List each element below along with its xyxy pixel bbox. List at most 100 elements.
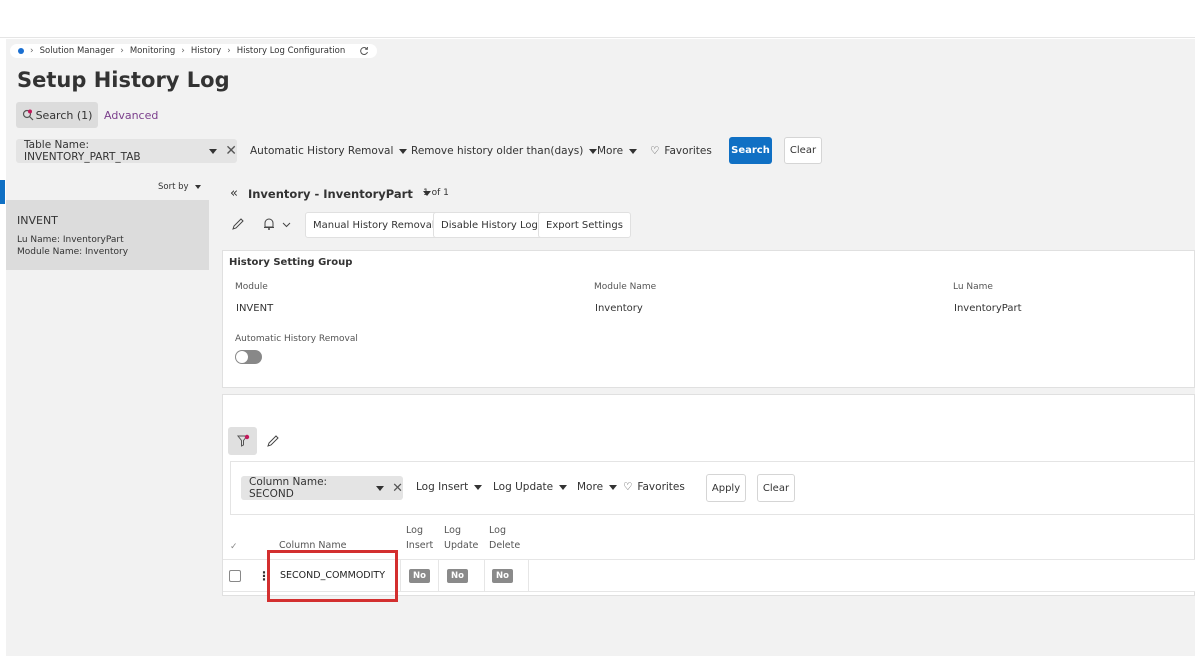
auto-removal-toggle[interactable] xyxy=(235,350,262,364)
column-divider xyxy=(484,560,485,591)
search-toggle-label: Search (1) xyxy=(35,108,93,122)
log-update-header-line1: Log xyxy=(444,525,461,536)
heart-icon: ♡ xyxy=(650,145,660,157)
selected-indicator xyxy=(0,180,5,204)
filter-toggle-button[interactable] xyxy=(228,427,257,455)
home-icon[interactable] xyxy=(18,48,24,54)
log-delete-header-line1: Log xyxy=(489,525,506,536)
breadcrumb: › Solution Manager › Monitoring › Histor… xyxy=(10,44,378,58)
search-button[interactable]: Search xyxy=(729,137,772,164)
chevron-right-icon: › xyxy=(227,46,231,56)
list-item-title: INVENT xyxy=(17,214,58,227)
module-value: INVENT xyxy=(236,303,274,314)
funnel-icon xyxy=(236,434,250,448)
close-icon[interactable]: ✕ xyxy=(225,143,237,159)
page-title: Setup History Log xyxy=(17,68,230,92)
favorites-filter[interactable]: ♡ Favorites xyxy=(650,145,712,157)
clear-button[interactable]: Clear xyxy=(757,474,795,502)
breadcrumb-item-history-log-configuration: History Log Configuration xyxy=(236,46,346,56)
lu-name-value: InventoryPart xyxy=(954,303,1022,314)
edit-icon[interactable] xyxy=(266,434,280,448)
module-label: Module xyxy=(235,282,268,292)
close-icon[interactable]: ✕ xyxy=(392,481,403,496)
column-name-filter-label: Column Name: SECOND xyxy=(249,476,328,500)
list-item-lu-name: Lu Name: InventoryPart xyxy=(17,235,124,245)
automatic-removal-filter[interactable]: Automatic History Removal xyxy=(250,145,408,157)
log-insert-header[interactable]: Log Insert xyxy=(406,523,433,553)
advanced-search-link[interactable]: Advanced xyxy=(104,109,158,122)
highlight-box xyxy=(267,550,398,602)
record-count: 1 of 1 xyxy=(423,188,449,198)
top-bar xyxy=(0,0,1195,38)
manual-history-removal-button[interactable]: Manual History Removal xyxy=(305,212,443,238)
chevron-down-icon[interactable] xyxy=(209,148,218,154)
chevron-down-icon xyxy=(609,484,618,490)
more-filter[interactable]: More xyxy=(597,145,638,157)
module-name-label: Module Name xyxy=(594,282,657,292)
more-filter-label: More xyxy=(597,145,624,157)
export-settings-button[interactable]: Export Settings xyxy=(538,212,631,238)
log-delete-badge[interactable]: No xyxy=(492,569,513,583)
bell-icon[interactable] xyxy=(262,217,276,231)
column-name-filter-chip[interactable]: Column Name: SECOND ✕ xyxy=(241,476,403,500)
breadcrumb-item-history[interactable]: History xyxy=(191,46,221,56)
breadcrumb-item-monitoring[interactable]: Monitoring xyxy=(130,46,175,56)
column-divider xyxy=(438,560,439,591)
sort-by-label: Sort by xyxy=(158,182,189,192)
clear-button[interactable]: Clear xyxy=(784,137,822,164)
chevron-down-icon xyxy=(559,484,568,490)
log-insert-header-line1: Log xyxy=(406,525,423,536)
module-name-value: Inventory xyxy=(595,303,643,314)
disable-history-log-button[interactable]: Disable History Log xyxy=(433,212,546,238)
chevron-right-icon: › xyxy=(181,46,185,56)
chevron-down-icon[interactable] xyxy=(282,220,291,229)
chevron-right-icon: › xyxy=(30,46,34,56)
chevron-down-icon xyxy=(399,148,408,154)
automatic-removal-filter-label: Automatic History Removal xyxy=(250,145,394,157)
log-delete-header-line2: Delete xyxy=(489,540,521,551)
search-icon xyxy=(22,109,34,121)
more-filter-label: More xyxy=(577,481,604,493)
edit-icon[interactable] xyxy=(231,217,245,231)
refresh-icon[interactable] xyxy=(359,46,369,56)
remove-older-filter-label: Remove history older than(days) xyxy=(411,145,584,157)
favorites-filter-label: Favorites xyxy=(637,481,685,493)
log-delete-header[interactable]: Log Delete xyxy=(489,523,520,553)
log-update-header[interactable]: Log Update xyxy=(444,523,478,553)
log-update-filter-label: Log Update xyxy=(493,481,554,493)
apply-button[interactable]: Apply xyxy=(706,474,746,502)
log-update-badge[interactable]: No xyxy=(447,569,468,583)
log-insert-filter[interactable]: Log Insert xyxy=(416,481,483,493)
column-divider xyxy=(400,560,401,591)
chevron-down-icon[interactable] xyxy=(376,485,385,491)
history-setting-group-card xyxy=(222,250,1195,388)
table-name-filter-label: Table Name: INVENTORY_PART_TAB xyxy=(24,139,141,163)
chevron-down-icon xyxy=(629,148,638,154)
table-name-filter-chip[interactable]: Table Name: INVENTORY_PART_TAB ✕ xyxy=(16,139,237,163)
log-update-header-line2: Update xyxy=(444,540,479,551)
chevron-down-icon xyxy=(194,185,201,189)
log-insert-filter-label: Log Insert xyxy=(416,481,469,493)
lu-name-label: Lu Name xyxy=(953,282,993,292)
chevron-right-icon: › xyxy=(120,46,124,56)
more-filter[interactable]: More xyxy=(577,481,618,493)
log-insert-badge[interactable]: No xyxy=(409,569,430,583)
favorites-filter[interactable]: ♡ Favorites xyxy=(623,481,685,493)
list-item-module-name: Module Name: Inventory xyxy=(17,247,129,257)
auto-removal-label: Automatic History Removal xyxy=(235,334,358,344)
search-toggle-button[interactable]: Search (1) xyxy=(16,102,98,128)
chevron-down-icon xyxy=(474,484,483,490)
record-title: Inventory - InventoryPart xyxy=(247,186,413,201)
select-all-checkmark-icon[interactable]: ✓ xyxy=(230,542,238,552)
heart-icon: ♡ xyxy=(623,481,633,493)
breadcrumb-item-solution-manager[interactable]: Solution Manager xyxy=(40,46,115,56)
column-divider xyxy=(528,560,529,591)
row-checkbox[interactable] xyxy=(229,570,241,582)
collapse-left-icon[interactable]: « xyxy=(230,186,238,201)
favorites-filter-label: Favorites xyxy=(664,145,712,157)
sort-by-dropdown[interactable]: Sort by xyxy=(158,182,201,192)
record-header: « Inventory - InventoryPart xyxy=(230,186,431,201)
remove-older-filter[interactable]: Remove history older than(days) xyxy=(411,145,598,157)
log-update-filter[interactable]: Log Update xyxy=(493,481,568,493)
group-title: History Setting Group xyxy=(229,257,353,268)
